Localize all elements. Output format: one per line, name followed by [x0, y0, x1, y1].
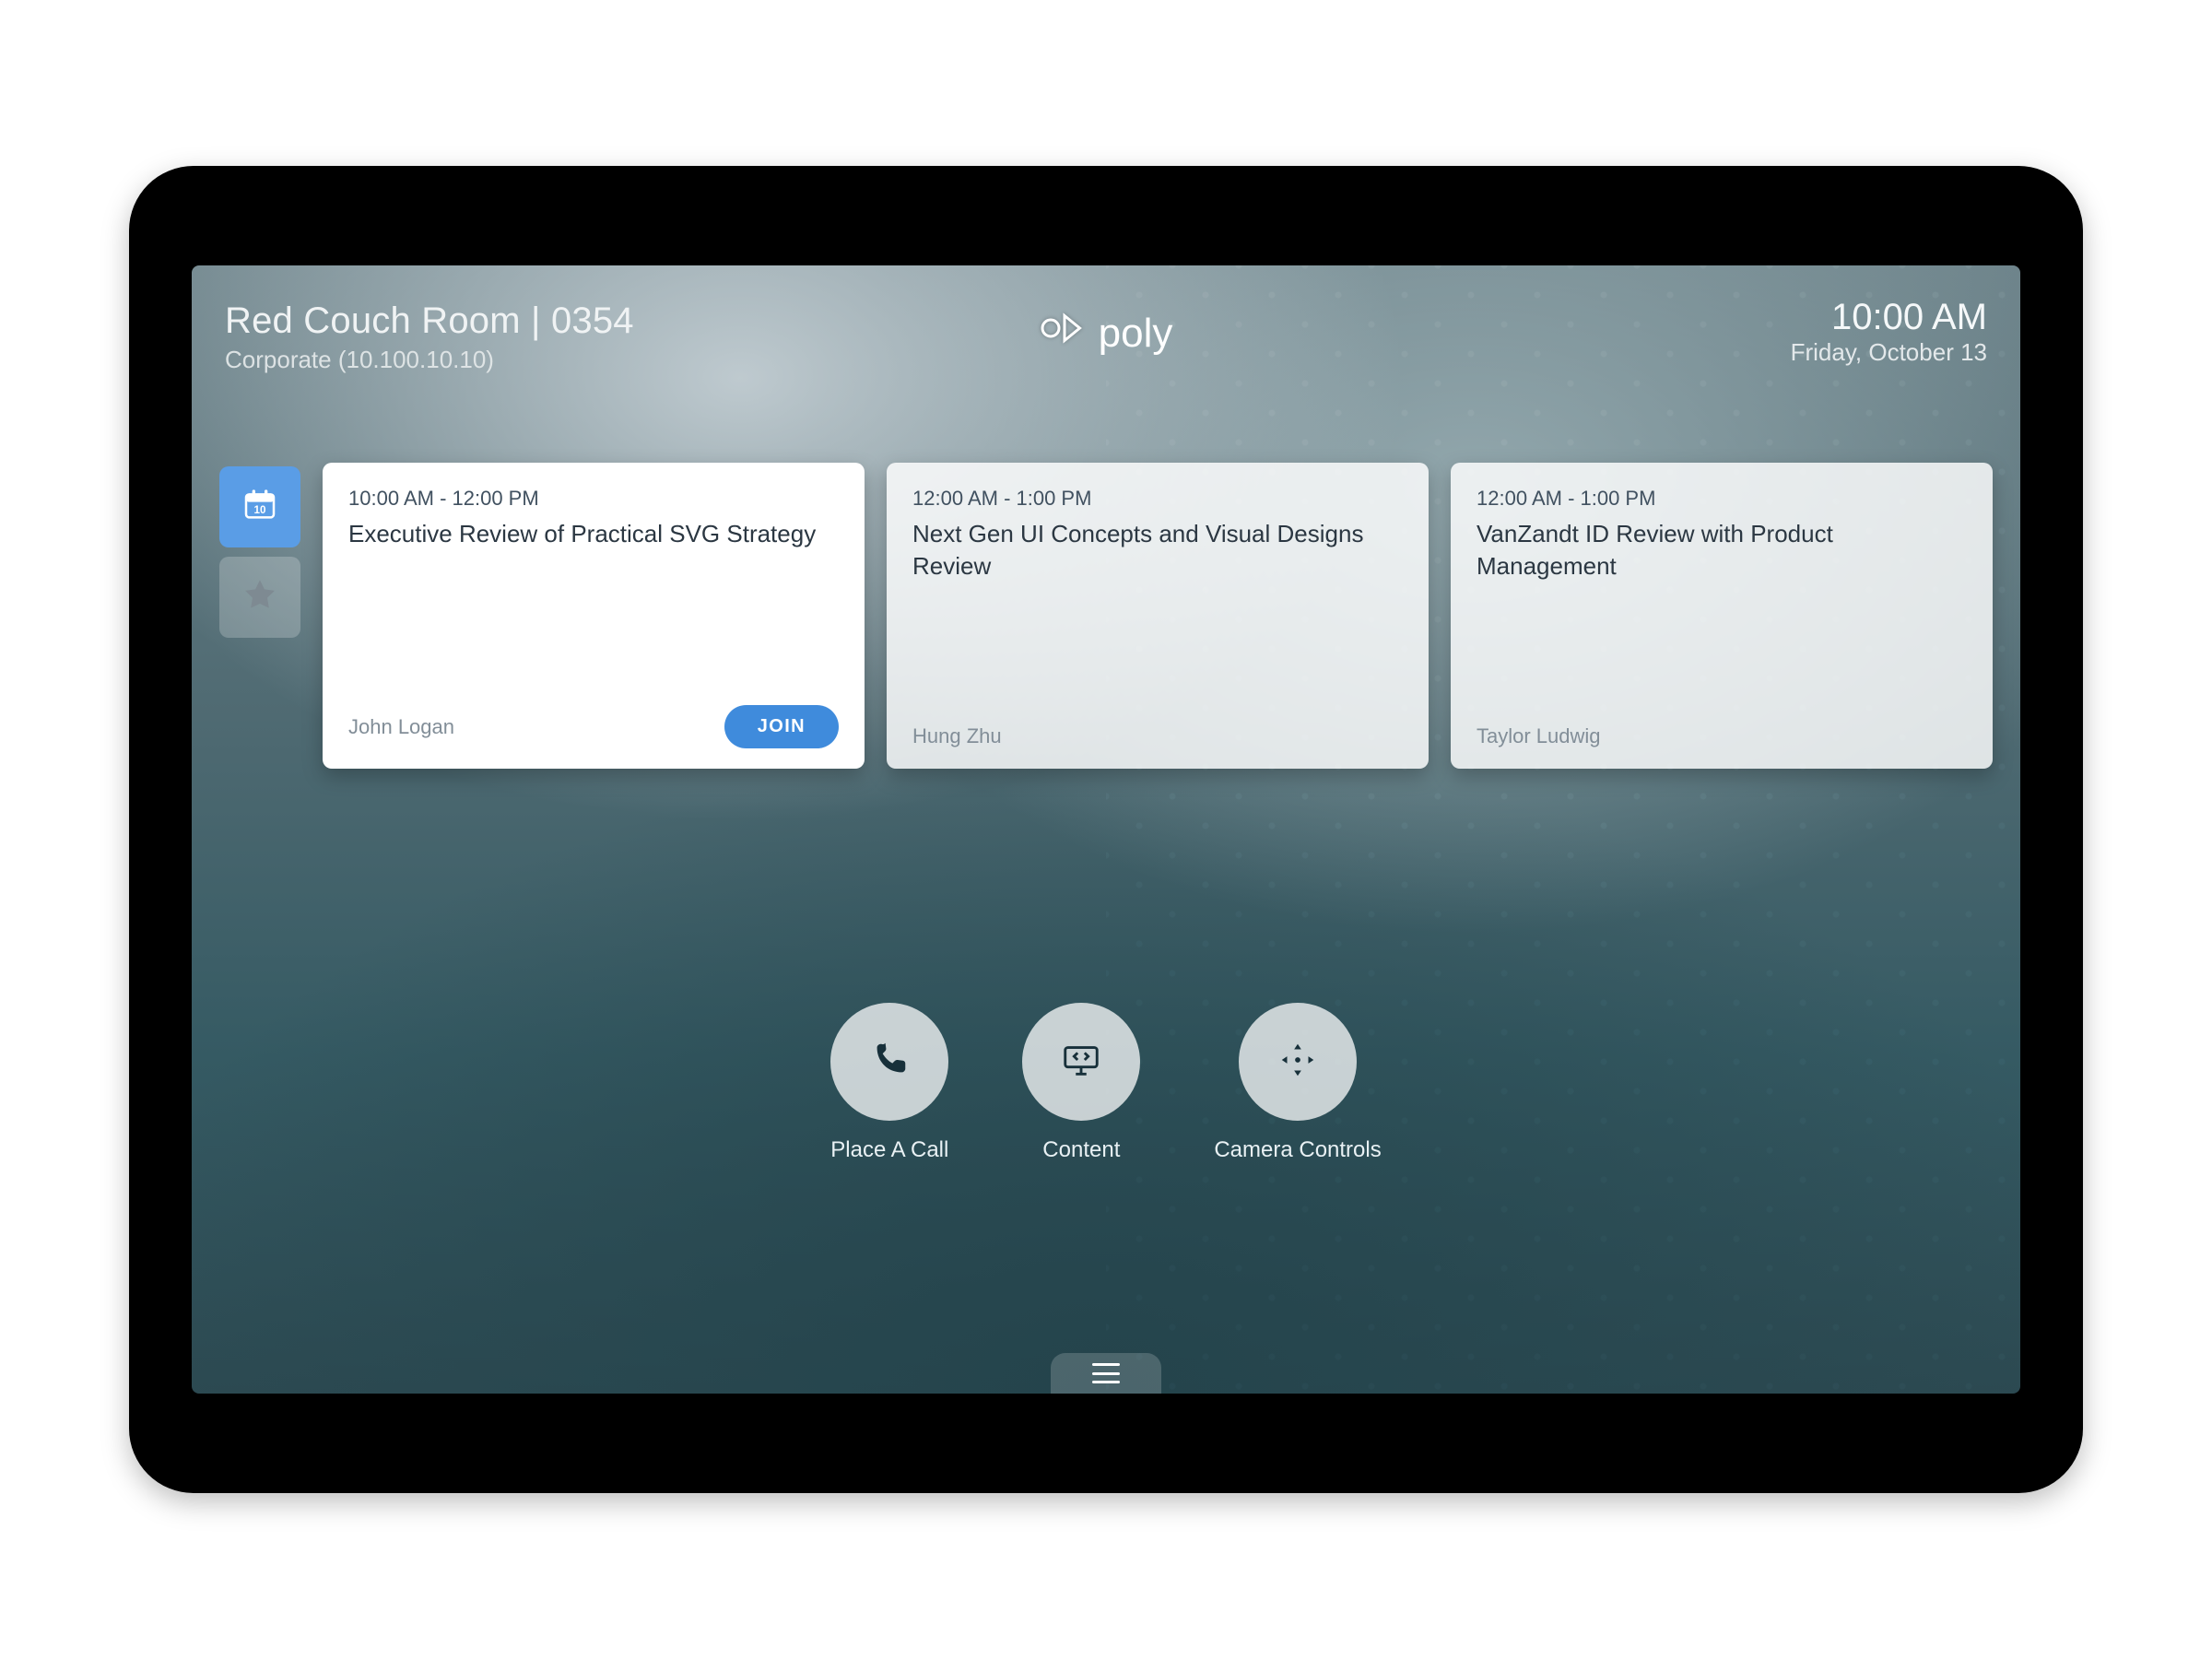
sidebar-tabs: 10 — [219, 463, 300, 769]
meeting-organizer: John Logan — [348, 715, 454, 739]
action-place-call[interactable]: Place A Call — [830, 1003, 948, 1163]
poly-logo-icon — [1040, 306, 1084, 360]
tablet-bezel: Red Couch Room | 0354 Corporate (10.100.… — [136, 173, 2076, 1486]
header: Red Couch Room | 0354 Corporate (10.100.… — [225, 297, 1987, 376]
clock-date: Friday, October 13 — [1791, 338, 1987, 367]
tab-calendar[interactable]: 10 — [219, 466, 300, 547]
screen: Red Couch Room | 0354 Corporate (10.100.… — [192, 265, 2020, 1394]
tablet-frame: Red Couch Room | 0354 Corporate (10.100.… — [129, 166, 2083, 1493]
meeting-time: 12:00 AM - 1:00 PM — [1477, 487, 1967, 511]
star-icon — [241, 577, 278, 618]
meeting-organizer: Hung Zhu — [912, 724, 1002, 748]
room-info: Red Couch Room | 0354 Corporate (10.100.… — [225, 297, 634, 376]
camera-control-icon — [1277, 1039, 1319, 1086]
meeting-time: 10:00 AM - 12:00 PM — [348, 487, 839, 511]
svg-text:10: 10 — [254, 504, 266, 516]
clock-time: 10:00 AM — [1791, 297, 1987, 338]
menu-handle[interactable] — [1051, 1353, 1161, 1394]
room-name: Red Couch Room | 0354 — [225, 297, 634, 345]
actions: Place A Call — [192, 1003, 2020, 1163]
meeting-card[interactable]: 10:00 AM - 12:00 PM Executive Review of … — [323, 463, 865, 769]
action-label: Place A Call — [830, 1137, 948, 1163]
action-content[interactable]: Content — [1022, 1003, 1140, 1163]
phone-icon — [868, 1039, 911, 1086]
meeting-card[interactable]: 12:00 AM - 1:00 PM Next Gen UI Concepts … — [887, 463, 1429, 769]
room-subtitle: Corporate (10.100.10.10) — [225, 345, 634, 376]
meeting-cards: 10:00 AM - 12:00 PM Executive Review of … — [323, 463, 1993, 769]
meeting-organizer: Taylor Ludwig — [1477, 724, 1601, 748]
clock: 10:00 AM Friday, October 13 — [1791, 297, 1987, 367]
action-label: Content — [1042, 1137, 1120, 1163]
calendar-icon: 10 — [241, 487, 278, 528]
action-label: Camera Controls — [1214, 1137, 1381, 1163]
menu-icon — [1092, 1363, 1120, 1383]
meeting-title: Next Gen UI Concepts and Visual Designs … — [912, 518, 1403, 582]
brand-text: poly — [1099, 311, 1173, 357]
meetings-row: 10 10:00 AM - 12:00 PM Executive Review … — [219, 463, 1993, 769]
tab-favorites[interactable] — [219, 557, 300, 638]
join-button[interactable]: JOIN — [724, 705, 839, 748]
screen-share-icon — [1060, 1039, 1102, 1086]
meeting-title: VanZandt ID Review with Product Manageme… — [1477, 518, 1967, 582]
meeting-card[interactable]: 12:00 AM - 1:00 PM VanZandt ID Review wi… — [1451, 463, 1993, 769]
meeting-time: 12:00 AM - 1:00 PM — [912, 487, 1403, 511]
meeting-title: Executive Review of Practical SVG Strate… — [348, 518, 839, 550]
action-camera-controls[interactable]: Camera Controls — [1214, 1003, 1381, 1163]
